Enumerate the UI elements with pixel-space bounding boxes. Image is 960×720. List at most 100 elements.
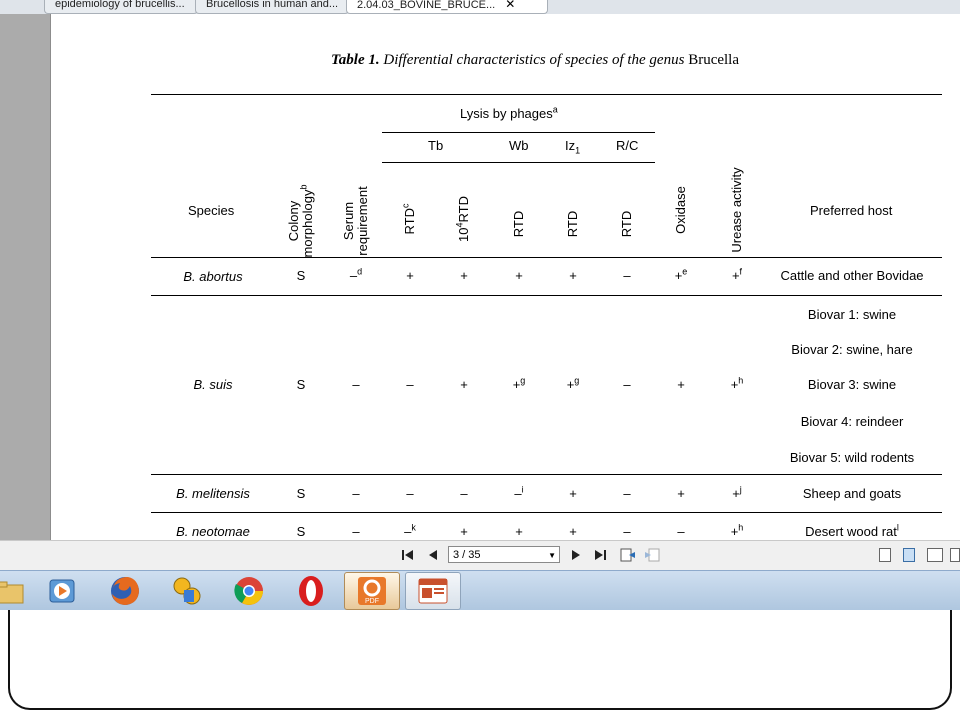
cell-sup: h xyxy=(738,522,744,533)
cell-value: – xyxy=(623,486,631,501)
cell-value: + xyxy=(731,268,740,283)
colony-header-line1: Colony xyxy=(286,200,301,242)
preferred-host: Biovar 2: swine, hare xyxy=(791,342,913,357)
table-cell: S xyxy=(297,524,306,539)
row-rule xyxy=(151,512,942,513)
cell-value: + xyxy=(460,268,468,283)
cell-value: – xyxy=(352,377,360,392)
table-cell: – xyxy=(677,524,684,539)
facing-continuous-view-button[interactable] xyxy=(950,548,960,562)
tb-header: Tb xyxy=(428,138,444,153)
single-page-view-button[interactable] xyxy=(879,548,891,562)
continuous-view-button[interactable] xyxy=(903,548,915,562)
taskbar-app-active[interactable] xyxy=(405,572,461,610)
table-cell: +j xyxy=(732,485,742,501)
table-cell: + xyxy=(677,486,685,501)
device-frame xyxy=(0,610,960,720)
previous-page-button[interactable] xyxy=(425,547,441,563)
cell-value: S xyxy=(296,486,306,501)
rtd-104-post: RTD xyxy=(456,196,471,223)
preferred-host: Biovar 1: swine xyxy=(807,307,897,322)
tab-epidemiology[interactable]: epidemiology of brucellis... xyxy=(44,0,198,14)
cell-sup: f xyxy=(739,266,743,277)
taskbar-app[interactable] xyxy=(159,572,215,610)
cell-value: – xyxy=(460,486,468,501)
cell-value: + xyxy=(674,268,683,283)
cell-value: S xyxy=(296,377,306,392)
iz-header-text: Iz xyxy=(565,138,576,153)
cell-value: + xyxy=(677,377,685,392)
table-title: Table 1. Differential characteristics of… xyxy=(331,52,739,69)
cell-value: + xyxy=(677,486,685,501)
rtd-c-header: RTDc xyxy=(401,204,417,235)
opera-icon xyxy=(299,576,323,606)
lysis-rule xyxy=(382,132,655,133)
close-icon[interactable]: ✕ xyxy=(505,0,515,11)
last-page-button[interactable] xyxy=(592,547,608,563)
rtd-iz-header: RTD xyxy=(565,210,580,238)
go-forward-button[interactable] xyxy=(643,547,661,563)
cell-value: – xyxy=(623,268,631,283)
facing-view-button[interactable] xyxy=(927,548,943,562)
taskbar-app[interactable] xyxy=(221,572,277,610)
rtd-c-text: RTD xyxy=(402,208,417,235)
pdf-icon-label: PDF xyxy=(365,598,379,605)
colony-morphology-header: Colony morphologyb xyxy=(286,185,315,258)
cell-value: – xyxy=(352,486,360,501)
cell-value: + xyxy=(460,524,468,539)
next-page-button[interactable] xyxy=(568,547,584,563)
chevron-down-icon[interactable]: ▼ xyxy=(548,547,556,564)
cell-value: – xyxy=(406,377,414,392)
page-number-input[interactable]: 3 / 35 ▼ xyxy=(448,546,560,563)
table-cell: S xyxy=(297,268,306,283)
taskbar-app-active[interactable]: PDF xyxy=(344,572,400,610)
species-name: B. melitensis xyxy=(176,486,250,501)
pdf-navigation-toolbar: 3 / 35 ▼ xyxy=(0,540,960,571)
cell-value: + xyxy=(569,524,577,539)
taskbar-app[interactable] xyxy=(97,572,153,610)
lysis-header: Lysis by phagesa xyxy=(460,105,558,121)
powerpoint-icon xyxy=(418,578,448,604)
table-cell: – xyxy=(623,377,630,392)
cell-sup: g xyxy=(574,375,580,386)
table-title-text: Differential characteristics of species … xyxy=(383,52,685,68)
tab-brucellosis-human[interactable]: Brucellosis in human and... xyxy=(195,0,349,14)
table-cell: +h xyxy=(731,522,744,539)
table-cell: – xyxy=(352,524,359,539)
species-header: Species xyxy=(188,203,235,218)
tab-bovine-brucellosis[interactable]: 2.04.03_BOVINE_BRUCE... ✕ xyxy=(346,0,548,14)
document-viewport[interactable]: Table 1. Differential characteristics of… xyxy=(0,14,960,540)
urease-activity-header: Urease activity xyxy=(729,167,744,253)
table-cell: + xyxy=(406,268,414,283)
preferred-host: Desert wood ratl xyxy=(805,523,899,539)
first-page-icon xyxy=(402,550,413,560)
preferred-host-header: Preferred host xyxy=(810,203,893,218)
cell-value: + xyxy=(406,268,414,283)
previous-page-icon xyxy=(429,550,437,560)
tab-label: Brucellosis in human and... xyxy=(206,0,339,10)
taskbar-app[interactable] xyxy=(0,572,38,610)
media-player-icon xyxy=(49,579,75,603)
pdf-page: Table 1. Differential characteristics of… xyxy=(50,14,960,540)
table-cell: + xyxy=(515,524,523,539)
rtd-104-sup: 4 xyxy=(454,222,465,228)
go-back-button[interactable] xyxy=(619,547,637,563)
cell-value: – xyxy=(677,524,685,539)
colony-header-line2: morphology xyxy=(300,189,315,258)
cell-value: + xyxy=(512,377,521,392)
table-cell: + xyxy=(460,377,468,392)
taskbar-app[interactable] xyxy=(283,572,339,610)
species-name: B. suis xyxy=(193,377,233,392)
first-page-button[interactable] xyxy=(400,547,416,563)
table-cell: – xyxy=(352,486,359,501)
oxidase-header: Oxidase xyxy=(673,186,688,234)
iz-header: Iz1 xyxy=(565,138,580,155)
firefox-icon xyxy=(111,577,139,605)
chrome-icon xyxy=(234,577,263,605)
cell-value: + xyxy=(515,268,523,283)
security-tool-icon xyxy=(173,577,201,605)
table-cell: + xyxy=(569,524,577,539)
taskbar-app[interactable] xyxy=(35,572,91,610)
cell-value: + xyxy=(732,486,740,501)
table-cell: S xyxy=(297,486,306,501)
